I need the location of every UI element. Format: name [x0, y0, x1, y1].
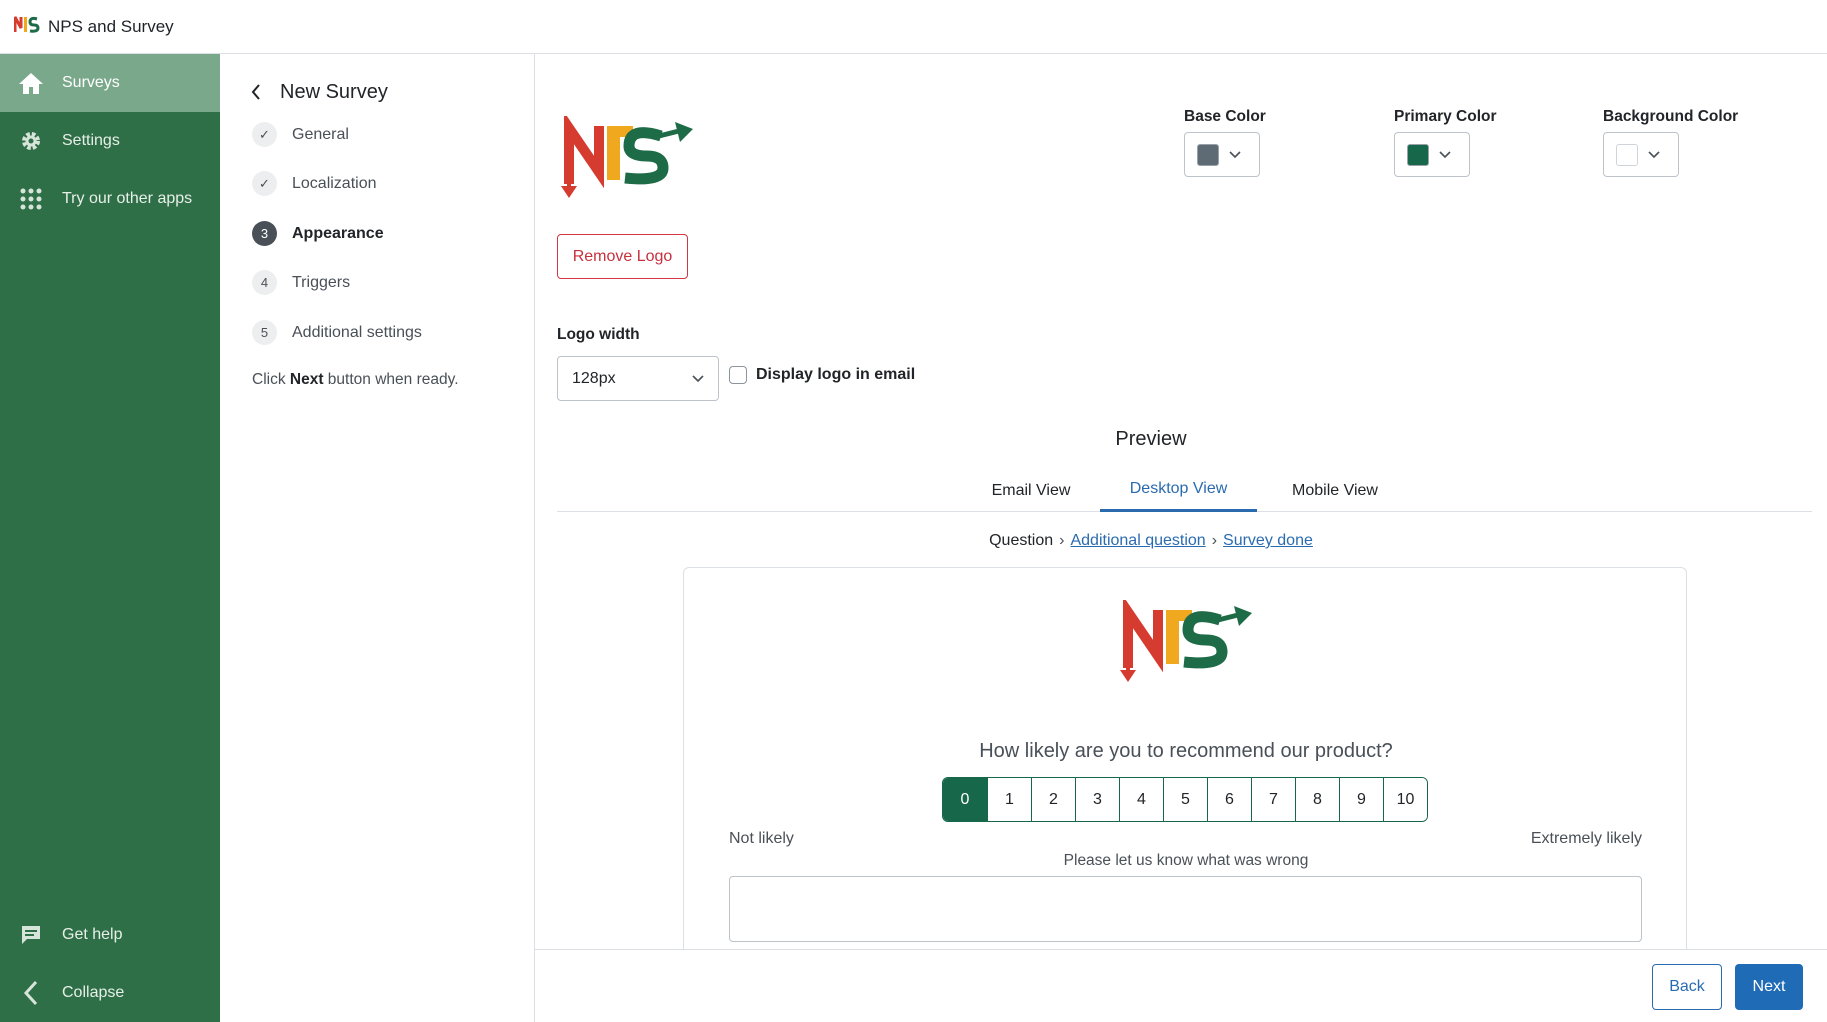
- sidebar-item-other-apps[interactable]: Try our other apps: [0, 170, 220, 228]
- score-button[interactable]: 6: [1207, 778, 1251, 821]
- steps-header: New Survey: [244, 80, 388, 104]
- background-color-picker: Background Color: [1603, 108, 1738, 177]
- score-button[interactable]: 2: [1031, 778, 1075, 821]
- sidebar-item-label: Try our other apps: [62, 190, 193, 207]
- sidebar-collapse-button[interactable]: Collapse: [0, 964, 220, 1022]
- chevron-down-icon: [1229, 146, 1241, 164]
- nps-logo: [1118, 595, 1258, 695]
- color-label: Base Color: [1184, 108, 1266, 125]
- main-content: Remove Logo Base Color Primary Color Bac…: [535, 54, 1827, 967]
- score-button[interactable]: 4: [1119, 778, 1163, 821]
- app-title: NPS and Survey: [48, 16, 174, 36]
- preview-tabs: Email View Desktop View Mobile View: [557, 469, 1812, 512]
- step-general[interactable]: ✓ General: [252, 122, 349, 147]
- nps-scale: 0 1 2 3 4 5 6 7 8 9 10: [942, 777, 1428, 822]
- chevron-down-icon: [1439, 146, 1451, 164]
- feedback-textarea[interactable]: [729, 876, 1642, 942]
- color-swatch: [1407, 143, 1429, 166]
- score-button[interactable]: 1: [987, 778, 1031, 821]
- score-button[interactable]: 0: [943, 778, 987, 821]
- apps-grid-icon: [16, 184, 46, 214]
- low-score-label: Not likely: [729, 830, 794, 847]
- step-label: Additional settings: [292, 323, 422, 341]
- sidebar-item-label: Surveys: [62, 74, 120, 91]
- page-title: New Survey: [280, 80, 388, 103]
- base-color-button[interactable]: [1184, 132, 1260, 177]
- primary-color-button[interactable]: [1394, 132, 1470, 177]
- step-label: General: [292, 125, 349, 143]
- tab-mobile-view[interactable]: Mobile View: [1265, 469, 1405, 512]
- sidebar-item-label: Collapse: [62, 984, 125, 1001]
- chevron-right-icon: ›: [1211, 532, 1218, 549]
- next-button[interactable]: Next: [1735, 964, 1803, 1010]
- step-label: Localization: [292, 174, 377, 192]
- high-score-label: Extremely likely: [1530, 830, 1642, 847]
- sidebar-item-label: Settings: [62, 132, 120, 149]
- nps-logo-icon: [13, 15, 40, 38]
- score-button[interactable]: 3: [1075, 778, 1119, 821]
- followup-prompt: Please let us know what was wrong: [1063, 852, 1309, 869]
- base-color-picker: Base Color: [1184, 108, 1266, 177]
- step-label: Triggers: [292, 273, 351, 291]
- color-label: Background Color: [1603, 108, 1739, 125]
- check-icon: ✓: [252, 122, 277, 147]
- back-arrow-icon[interactable]: [244, 80, 268, 104]
- step-appearance[interactable]: 3 Appearance: [252, 221, 384, 246]
- sidebar-item-surveys[interactable]: Surveys: [0, 54, 220, 112]
- step-triggers[interactable]: 4 Triggers: [252, 270, 350, 295]
- remove-logo-button[interactable]: Remove Logo: [557, 234, 688, 279]
- preview-title: Preview: [1115, 428, 1187, 450]
- crumb-survey-done[interactable]: Survey done: [1223, 532, 1313, 549]
- display-logo-label: Display logo in email: [756, 366, 916, 383]
- gear-icon: [16, 126, 46, 156]
- nps-logo: [559, 111, 699, 211]
- sidebar-item-settings[interactable]: Settings: [0, 112, 220, 170]
- score-button[interactable]: 8: [1295, 778, 1339, 821]
- steps-hint: Click Next button when ready.: [252, 371, 459, 388]
- chevron-down-icon: [1648, 146, 1660, 164]
- step-number: 3: [252, 221, 277, 246]
- step-label: Appearance: [292, 224, 384, 242]
- survey-question: How likely are you to recommend our prod…: [979, 740, 1393, 762]
- color-swatch: [1197, 143, 1219, 166]
- check-icon: ✓: [252, 171, 277, 196]
- survey-preview-card: How likely are you to recommend our prod…: [683, 567, 1687, 967]
- score-button[interactable]: 5: [1163, 778, 1207, 821]
- chat-icon: [16, 920, 46, 950]
- display-logo-checkbox[interactable]: [729, 366, 747, 384]
- breadcrumb: Question › Additional question › Survey done: [535, 532, 1767, 550]
- logo-width-value: 128px: [572, 369, 616, 387]
- sidebar: Surveys Settings Try our other apps Get …: [0, 54, 220, 1022]
- background-color-button[interactable]: [1603, 132, 1679, 177]
- logo-width-label: Logo width: [557, 326, 640, 343]
- sidebar-item-get-help[interactable]: Get help: [0, 906, 220, 964]
- top-bar: NPS and Survey: [0, 0, 1827, 54]
- footer-bar: Back Next: [535, 949, 1827, 1022]
- back-button[interactable]: Back: [1652, 964, 1722, 1010]
- home-icon: [16, 68, 46, 98]
- primary-color-picker: Primary Color: [1394, 108, 1497, 177]
- step-number: 4: [252, 270, 277, 295]
- chevron-left-icon: [16, 978, 46, 1008]
- score-button[interactable]: 7: [1251, 778, 1295, 821]
- display-logo-option: Display logo in email: [729, 366, 915, 384]
- sidebar-bottom: Get help Collapse: [0, 906, 220, 1022]
- tab-desktop-view[interactable]: Desktop View: [1100, 469, 1257, 512]
- crumb-question: Question: [989, 532, 1054, 549]
- color-label: Primary Color: [1394, 108, 1497, 125]
- tab-email-view[interactable]: Email View: [969, 469, 1093, 512]
- chevron-down-icon: [692, 370, 704, 388]
- crumb-additional-question[interactable]: Additional question: [1070, 532, 1205, 549]
- steps-panel: New Survey ✓ General ✓ Localization 3 Ap…: [220, 54, 535, 1022]
- score-button[interactable]: 10: [1383, 778, 1427, 821]
- sidebar-item-label: Get help: [62, 926, 123, 943]
- color-swatch: [1616, 143, 1638, 166]
- chevron-right-icon: ›: [1059, 532, 1065, 549]
- logo-width-select[interactable]: 128px: [557, 356, 719, 401]
- score-button[interactable]: 9: [1339, 778, 1383, 821]
- step-additional-settings[interactable]: 5 Additional settings: [252, 320, 422, 345]
- step-number: 5: [252, 320, 277, 345]
- step-localization[interactable]: ✓ Localization: [252, 171, 377, 196]
